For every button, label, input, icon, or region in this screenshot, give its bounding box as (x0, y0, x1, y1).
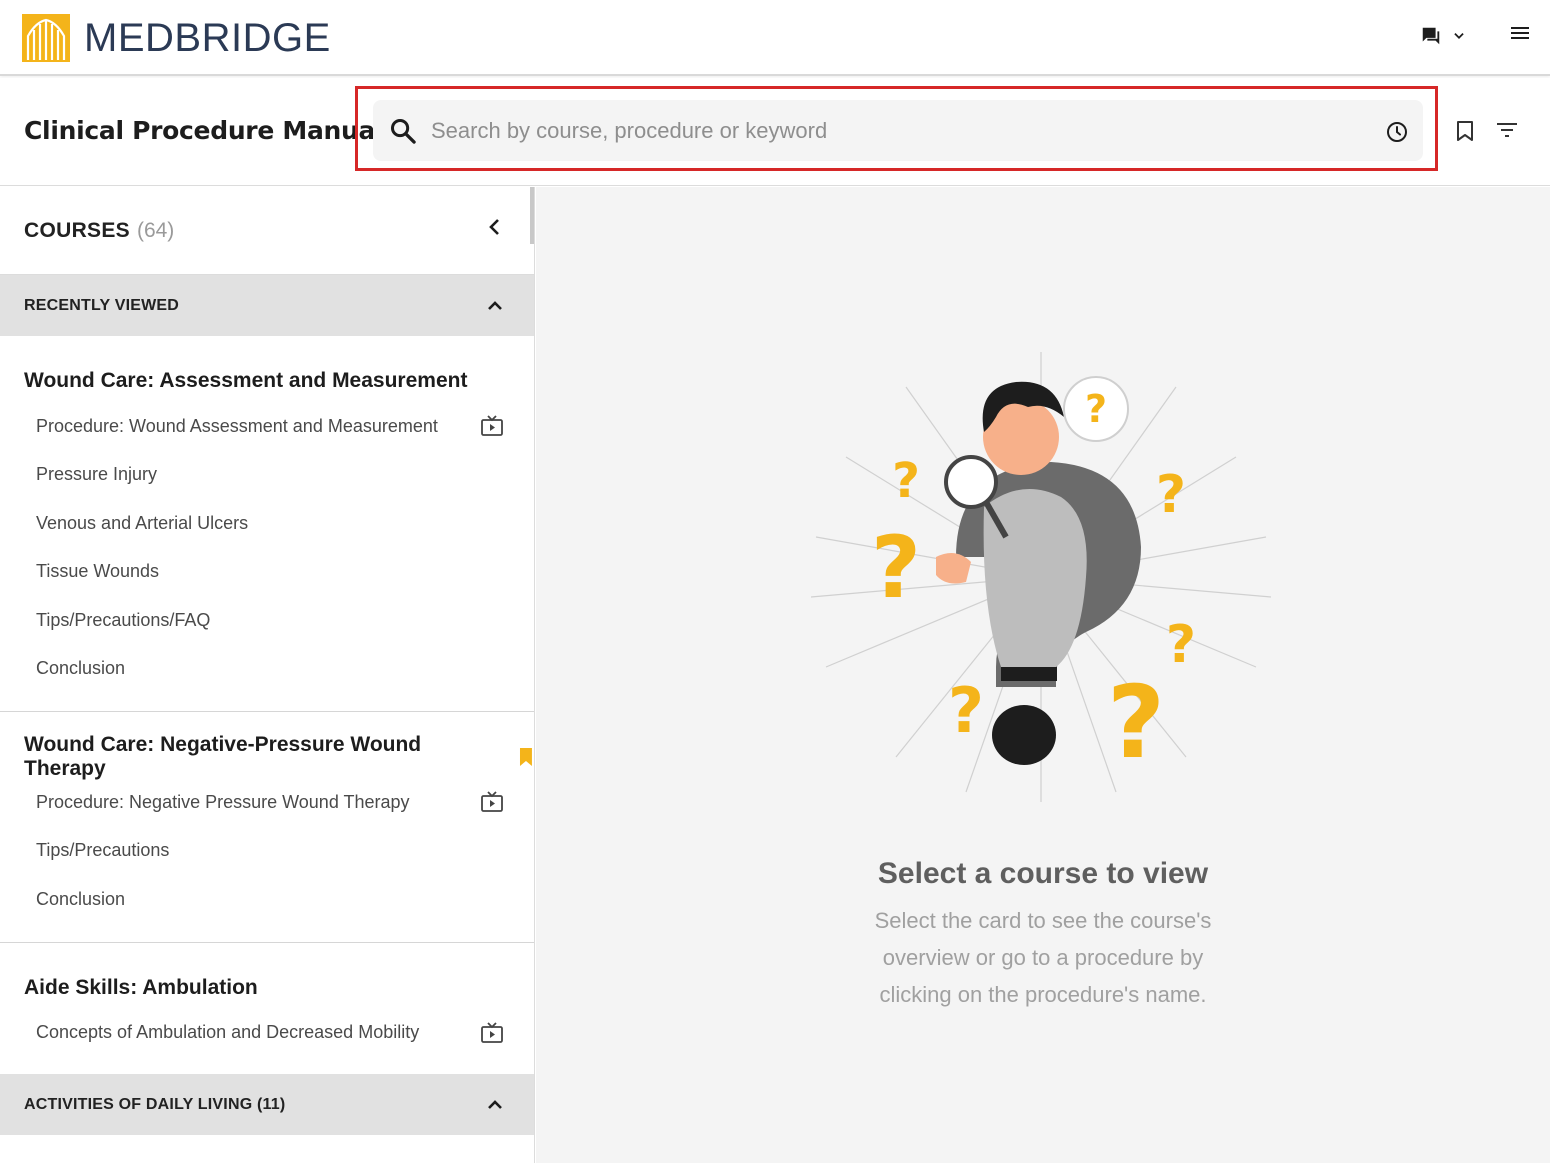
collapse-sidebar-button[interactable] (486, 217, 504, 242)
course-title[interactable]: Wound Care: Negative-Pressure Wound Ther… (0, 712, 534, 780)
procedure-label: Tips/Precautions (36, 840, 170, 861)
svg-text:?: ? (948, 674, 984, 747)
procedure-item[interactable]: Tissue Wounds (0, 548, 534, 597)
search-input[interactable] (431, 117, 1361, 144)
procedure-item[interactable]: Procedure: Negative Pressure Wound Thera… (0, 778, 534, 827)
chevron-left-icon (489, 219, 499, 235)
course-card: Aide Skills: Ambulation Concepts of Ambu… (0, 943, 534, 1075)
procedure-label: Conclusion (36, 658, 126, 679)
svg-text:?: ? (1107, 664, 1165, 781)
svg-text:?: ? (871, 518, 921, 618)
svg-text:?: ? (1085, 387, 1107, 431)
course-title-text: Aide Skills: Ambulation (24, 975, 258, 999)
procedure-label: Tips/Precautions/FAQ (36, 609, 211, 630)
procedure-label: Procedure: Negative Pressure Wound Thera… (36, 791, 410, 812)
messages-dropdown[interactable] (1420, 25, 1466, 47)
procedure-item[interactable]: Pressure Injury (0, 451, 534, 500)
page-title: Clinical Procedure Manual (24, 116, 384, 145)
procedure-item[interactable]: Procedure: Wound Assessment and Measurem… (0, 402, 534, 451)
procedure-label: Tissue Wounds (36, 561, 160, 582)
bookmarks-button[interactable] (1455, 120, 1475, 147)
procedure-label: Concepts of Ambulation and Decreased Mob… (36, 1022, 420, 1043)
recently-viewed-section-header[interactable]: RECENTLY VIEWED (0, 275, 534, 336)
medbridge-logo[interactable]: MEDBRIDGE (22, 14, 331, 62)
empty-state-description: Select the card to see the course's over… (874, 908, 1212, 1007)
procedure-label: Conclusion (36, 888, 126, 909)
procedure-item[interactable]: Tips/Precautions (0, 827, 534, 876)
filter-button[interactable] (1496, 122, 1518, 143)
search-history-clock-icon[interactable] (1385, 120, 1409, 144)
chevron-down-icon (1454, 32, 1464, 39)
bookmark-filled-icon[interactable] (518, 747, 534, 767)
search-icon (390, 118, 416, 144)
course-title[interactable]: Wound Care: Assessment and Measurement (0, 336, 534, 402)
medbridge-logo-icon (22, 14, 70, 62)
procedure-item[interactable]: Conclusion (0, 645, 534, 694)
courses-sidebar: COURSES (64) RECENTLY VIEWED Wound Care:… (0, 187, 535, 1163)
hamburger-menu-button[interactable] (1510, 24, 1530, 47)
recently-viewed-label: RECENTLY VIEWED (24, 296, 180, 314)
brand-name: MEDBRIDGE (84, 15, 331, 60)
courses-header: COURSES (64) (0, 187, 534, 275)
procedure-item[interactable]: Venous and Arterial Ulcers (0, 499, 534, 548)
courses-label: COURSES (24, 218, 130, 242)
person-with-magnifier-illustration: ? ? ? ? ? ? ? (810, 352, 1272, 802)
hamburger-menu-icon (1511, 27, 1529, 39)
procedure-item[interactable]: Conclusion (0, 875, 534, 924)
procedure-item[interactable]: Tips/Precautions/FAQ (0, 596, 534, 645)
procedure-label: Procedure: Wound Assessment and Measurem… (36, 415, 438, 436)
course-card: Wound Care: Assessment and Measurement P… (0, 336, 534, 712)
course-title[interactable]: Aide Skills: Ambulation (0, 943, 534, 1009)
activities-daily-living-section-header[interactable]: ACTIVITIES OF DAILY LIVING (11) (0, 1074, 534, 1135)
page-header: Clinical Procedure Manual (0, 78, 1550, 186)
course-content-area: ? ? ? ? ? ? ? Select a course to view Se… (536, 187, 1550, 1163)
course-card: Wound Care: Negative-Pressure Wound Ther… (0, 712, 534, 943)
course-title-text: Wound Care: Assessment and Measurement (24, 369, 468, 392)
bookmark-outline-icon (1457, 121, 1473, 141)
procedure-label: Venous and Arterial Ulcers (36, 512, 249, 533)
svg-text:?: ? (1156, 465, 1186, 525)
courses-count: (64) (136, 218, 175, 242)
svg-text:?: ? (892, 453, 920, 509)
svg-text:?: ? (1166, 615, 1196, 675)
procedure-item[interactable]: Concepts of Ambulation and Decreased Mob… (0, 1009, 534, 1058)
video-icon (481, 1021, 503, 1043)
search-bar[interactable] (373, 100, 1423, 161)
course-title-text: Wound Care: Negative-Pressure Wound Ther… (24, 733, 422, 780)
empty-state-title: Select a course to view (877, 857, 1209, 890)
chevron-up-icon (488, 301, 502, 310)
filter-icon (1497, 123, 1517, 137)
chat-icon (1422, 27, 1440, 44)
top-navigation-bar: MEDBRIDGE (0, 0, 1550, 76)
section-label: ACTIVITIES OF DAILY LIVING (11) (24, 1095, 286, 1113)
top-right-controls (1420, 24, 1530, 47)
video-icon (481, 791, 503, 812)
procedure-label: Pressure Injury (36, 464, 158, 485)
video-icon (481, 415, 503, 436)
chevron-up-icon (488, 1100, 502, 1109)
